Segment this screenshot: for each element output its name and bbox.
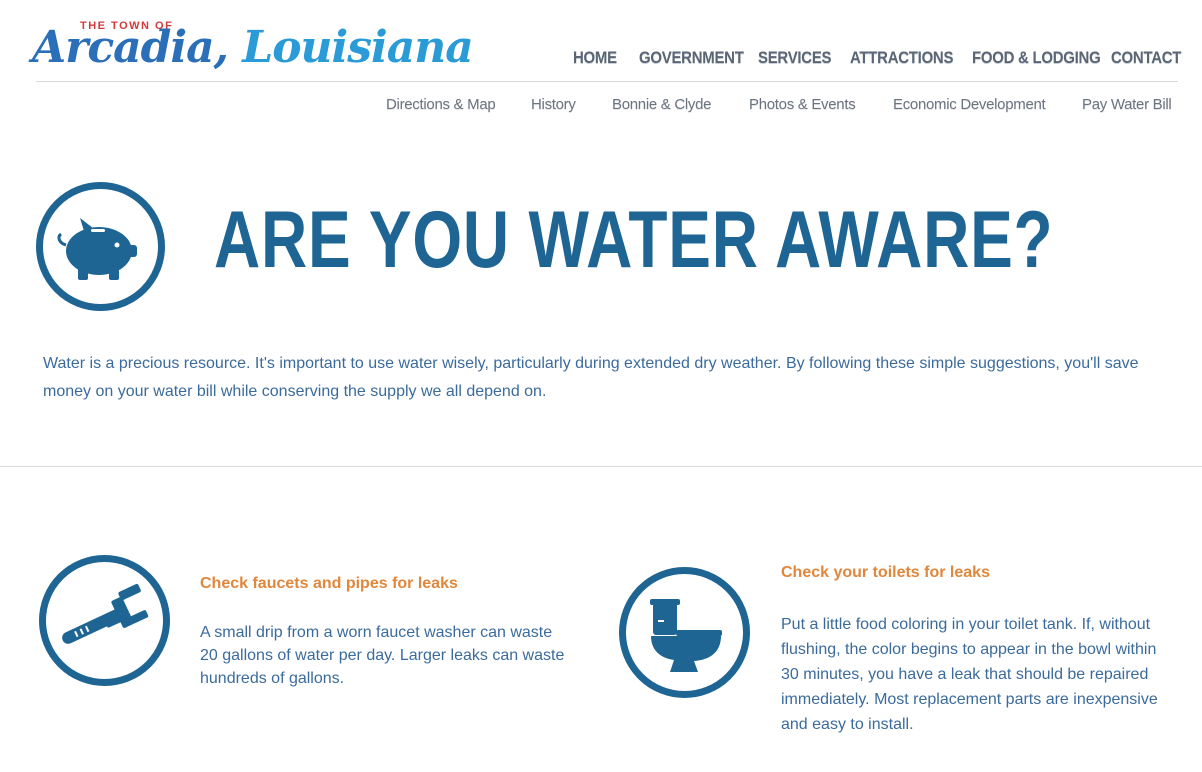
logo-name-part1: Arcadia,: [32, 22, 229, 73]
subnav-economic-development[interactable]: Economic Development: [893, 96, 1046, 113]
nav-food-lodging[interactable]: FOOD & LODGING: [972, 48, 1101, 68]
section-divider: [0, 466, 1202, 467]
site-logo[interactable]: THE TOWN OF Arcadia, Louisiana: [32, 18, 474, 76]
nav-services[interactable]: SERVICES: [758, 48, 832, 68]
subnav-directions-map[interactable]: Directions & Map: [386, 96, 496, 113]
nav-contact[interactable]: CONTACT: [1111, 48, 1181, 68]
logo-name-part2: Louisiana: [227, 22, 473, 73]
intro-paragraph: Water is a precious resource. It's impor…: [43, 355, 1139, 400]
tip-body-toilets: Put a little food coloring in your toile…: [781, 616, 1158, 733]
subnav-bonnie-clyde[interactable]: Bonnie & Clyde: [612, 96, 712, 113]
hero-title: ARE YOU WATER AWARE?: [214, 195, 1054, 285]
tip-body-faucets: A small drip from a worn faucet washer c…: [200, 624, 565, 687]
nav-home[interactable]: HOME: [573, 48, 617, 68]
toilet-icon: [619, 567, 750, 698]
wrench-icon: [39, 555, 170, 686]
piggy-bank-icon: [36, 182, 165, 311]
nav-government[interactable]: GOVERNMENT: [639, 48, 744, 68]
tip-title-faucets: Check faucets and pipes for leaks: [200, 575, 458, 592]
main-nav: HOME GOVERNMENT SERVICES ATTRACTIONS FOO…: [560, 48, 1181, 72]
logo-script-text: Arcadia, Louisiana: [32, 22, 474, 73]
subnav-history[interactable]: History: [531, 96, 576, 113]
nav-attractions[interactable]: ATTRACTIONS: [850, 48, 953, 68]
subnav-photos-events[interactable]: Photos & Events: [749, 96, 856, 113]
tip-title-toilets: Check your toilets for leaks: [781, 564, 990, 581]
nav-divider: [36, 81, 1178, 82]
subnav-pay-water-bill[interactable]: Pay Water Bill: [1082, 96, 1172, 113]
